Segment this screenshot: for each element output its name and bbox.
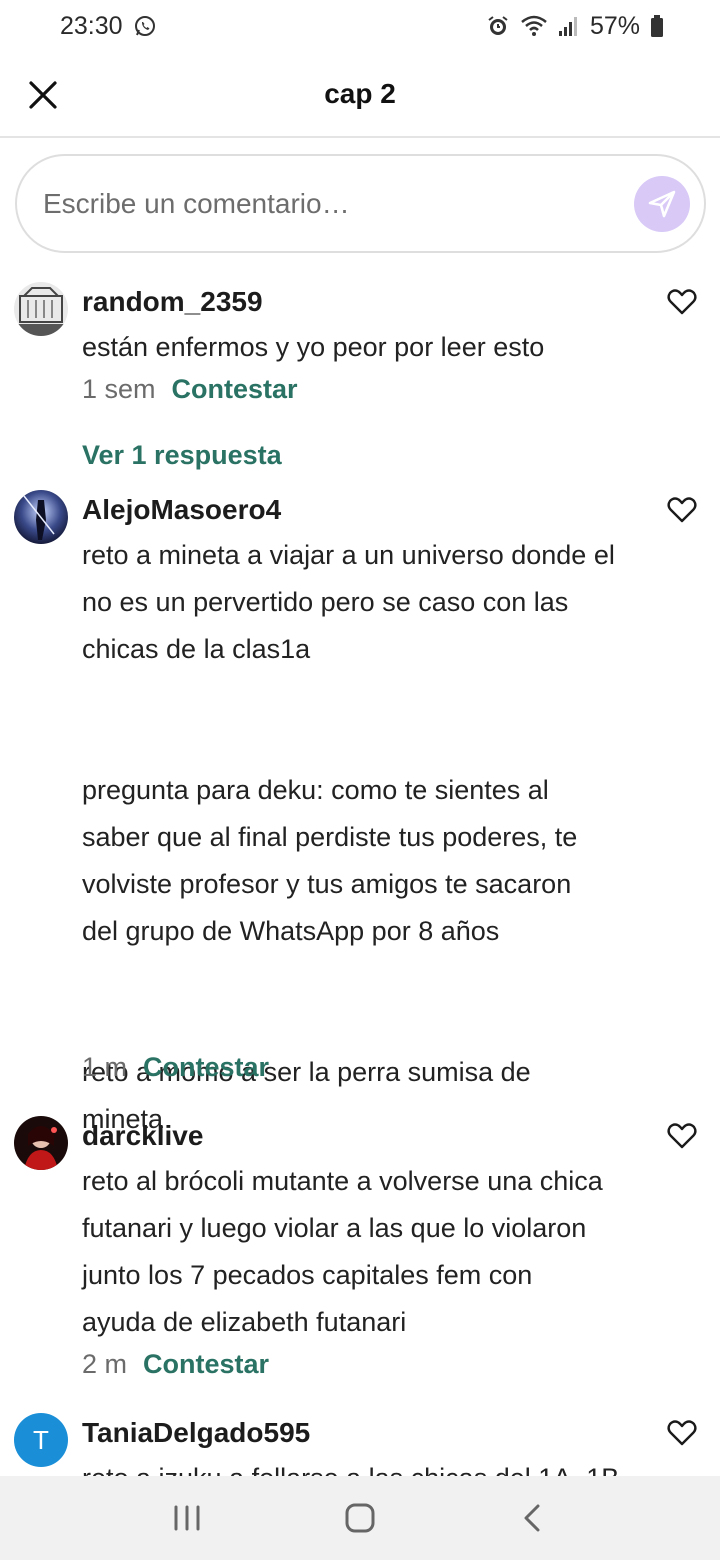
battery-percent: 57% (589, 11, 640, 40)
page-title: cap 2 (324, 78, 396, 109)
signal-icon (558, 14, 580, 38)
status-right: 57% (486, 12, 664, 41)
view-replies-link[interactable]: Ver 1 respuesta (82, 440, 282, 471)
recent-apps-icon (174, 1505, 200, 1531)
like-button[interactable] (664, 284, 700, 320)
heart-icon (667, 1420, 697, 1446)
comment-meta: 1 m Contestar (82, 1052, 269, 1083)
reply-button[interactable]: Contestar (172, 374, 298, 405)
heart-icon (667, 289, 697, 315)
comment-text: están enfermos y yo peor por leer esto (82, 332, 545, 362)
username[interactable]: TaniaDelgado595 (82, 1415, 310, 1451)
avatar[interactable] (14, 282, 68, 336)
avatar[interactable] (14, 490, 68, 544)
avatar[interactable] (14, 1116, 68, 1170)
comment-meta: 1 sem Contestar (82, 374, 298, 405)
status-time: 23:30 (60, 11, 123, 40)
comment-text: reto al brócoli mutante a volverse una c… (82, 1166, 603, 1337)
comment-time: 1 m (82, 1052, 128, 1082)
wifi-icon (520, 14, 548, 38)
comment-box (15, 154, 706, 253)
avatar[interactable]: T (14, 1413, 68, 1467)
alarm-icon (486, 14, 510, 38)
avatar-letter: T (33, 1424, 49, 1455)
heart-icon (667, 1123, 697, 1149)
send-button[interactable] (634, 175, 690, 232)
username[interactable]: darcklive (82, 1118, 203, 1154)
home-button[interactable] (330, 1488, 390, 1548)
recent-apps-button[interactable] (157, 1488, 217, 1548)
back-button[interactable] (503, 1488, 563, 1548)
header: cap 2 (0, 52, 720, 138)
like-button[interactable] (664, 492, 700, 528)
username[interactable]: random_2359 (82, 284, 263, 320)
comments-list: random_2359 están enfermos y yo peor por… (0, 270, 720, 1476)
back-icon (524, 1504, 540, 1532)
comment-meta: 2 m Contestar (82, 1349, 269, 1380)
home-icon (345, 1503, 375, 1533)
whatsapp-icon (133, 14, 157, 38)
comment-time: 1 sem (82, 374, 156, 404)
like-button[interactable] (664, 1415, 700, 1451)
comment-input[interactable] (43, 187, 634, 220)
close-button[interactable] (24, 76, 62, 114)
heart-icon (667, 497, 697, 523)
comment-time: 2 m (82, 1349, 128, 1379)
status-left: 23:30 (60, 12, 157, 41)
reply-button[interactable]: Contestar (143, 1052, 269, 1083)
battery-icon (650, 14, 664, 38)
like-button[interactable] (664, 1118, 700, 1154)
reply-button[interactable]: Contestar (143, 1349, 269, 1380)
navigation-bar (0, 1476, 720, 1560)
close-icon (29, 81, 57, 109)
username[interactable]: AlejoMasoero4 (82, 492, 281, 528)
send-icon (648, 190, 676, 217)
comment-text: reto a izuku a follarse a las chicas del… (82, 1455, 652, 1476)
status-bar: 23:30 57% (0, 0, 720, 52)
